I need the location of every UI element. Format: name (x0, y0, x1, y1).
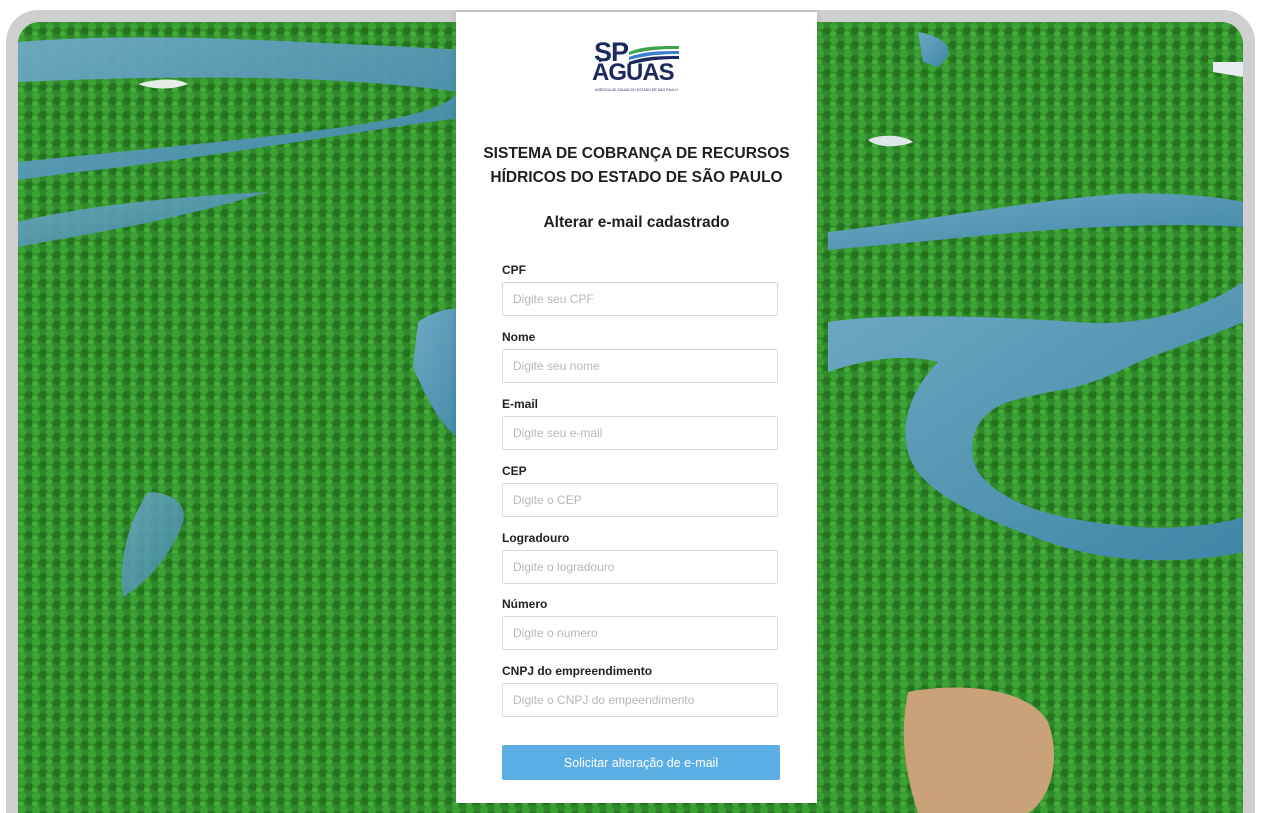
cep-input[interactable] (502, 483, 778, 517)
sp-aguas-logo: SP ÁGUAS AGÊNCIA DE ÁGUAS DO ESTADO DE S… (589, 38, 685, 98)
system-title-line-2: HÍDRICOS DO ESTADO DE SÃO PAULO (490, 169, 783, 186)
form-panel: SP ÁGUAS AGÊNCIA DE ÁGUAS DO ESTADO DE S… (456, 12, 817, 803)
email-input[interactable] (502, 416, 778, 450)
cpf-label: CPF (502, 263, 526, 277)
logradouro-input[interactable] (502, 550, 778, 584)
cnpj-input[interactable] (502, 683, 778, 717)
system-title-line-1: SISTEMA DE COBRANÇA DE RECURSOS (483, 145, 790, 162)
cep-label: CEP (502, 464, 527, 478)
cpf-input[interactable] (502, 282, 778, 316)
request-email-change-button[interactable]: Solicitar alteração de e-mail (502, 745, 780, 780)
email-label: E-mail (502, 397, 539, 411)
nome-input[interactable] (502, 349, 778, 383)
logo-text-aguas: ÁGUAS (592, 59, 675, 86)
numero-input[interactable] (502, 616, 778, 650)
logradouro-label: Logradouro (502, 531, 570, 545)
logo-tagline: AGÊNCIA DE ÁGUAS DO ESTADO DE SÃO PAULO (595, 88, 678, 92)
system-title: SISTEMA DE COBRANÇA DE RECURSOS HÍDRICOS… (456, 142, 817, 190)
numero-label: Número (502, 597, 548, 611)
form-title: Alterar e-mail cadastrado (543, 214, 730, 231)
nome-label: Nome (502, 330, 536, 344)
cnpj-label: CNPJ do empreendimento (502, 664, 653, 678)
